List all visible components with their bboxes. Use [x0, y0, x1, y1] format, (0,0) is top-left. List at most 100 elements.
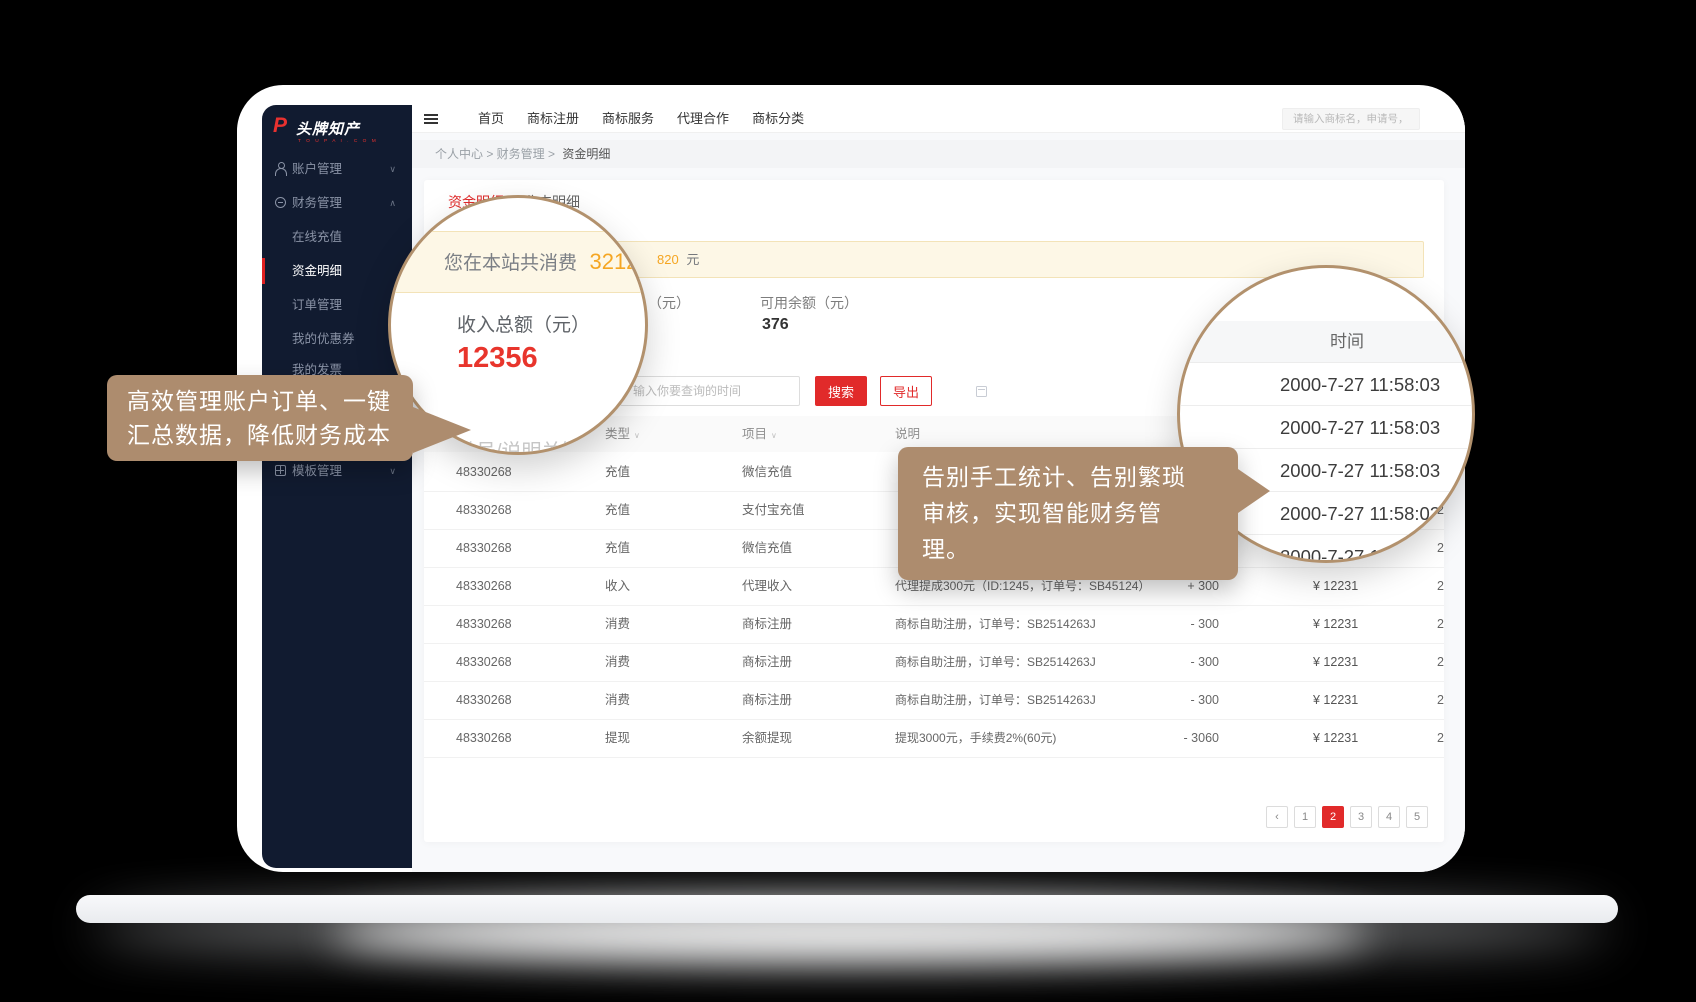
cell-desc: 商标自助注册，订单号：SB2514263J: [895, 606, 1096, 643]
cell-order: 48330268: [456, 454, 512, 491]
cell-type: 提现: [605, 720, 630, 757]
cell-balance: ¥ 12231: [1313, 606, 1358, 643]
sidebar-item-label: 在线充值: [292, 224, 342, 250]
date-query-input[interactable]: [620, 376, 800, 406]
pagination-prev[interactable]: ‹: [1266, 806, 1288, 828]
sidebar-item-fund-detail[interactable]: 资金明细: [262, 258, 412, 284]
table-row: 48330268 消费 商标注册 商标自助注册，订单号：SB2514263J -…: [424, 606, 1444, 644]
sidebar-item-recharge[interactable]: 在线充值: [262, 224, 412, 250]
cell-order: 48330268: [456, 606, 512, 643]
breadcrumb: 个人中心 > 财务管理 > 资金明细: [412, 140, 1465, 168]
callout-left-line1: 高效管理账户订单、一键: [127, 384, 393, 418]
nav-item-service[interactable]: 商标服务: [602, 105, 654, 133]
callout-right: 告别手工统计、告别繁琐 审核，实现智能财务管 理。: [898, 447, 1238, 580]
sidebar-item-template[interactable]: 模板管理 ∨: [262, 458, 412, 484]
table-row: 48330268 提现 余额提现 提现3000元，手续费2%(60元) - 30…: [424, 720, 1444, 758]
callout-right-line2: 审核，实现智能财务管: [922, 495, 1214, 531]
column-header-project[interactable]: 项目 ∨: [742, 416, 777, 454]
magnified-time-header-label: 时间: [1330, 321, 1364, 363]
cell-type: 充值: [605, 530, 630, 567]
cell-desc: 商标自助注册，订单号：SB2514263J: [895, 682, 1096, 719]
menu-icon[interactable]: [424, 114, 438, 116]
sidebar-item-label: 资金明细: [292, 258, 342, 284]
pagination-page-3[interactable]: 3: [1350, 806, 1372, 828]
export-button[interactable]: 导出: [880, 376, 932, 406]
calendar-icon[interactable]: [976, 386, 987, 397]
cell-type: 充值: [605, 454, 630, 491]
sidebar-item-label: 订单管理: [292, 292, 342, 318]
brand-name: 头牌知产: [296, 118, 360, 139]
cell-desc: 提现3000元，手续费2%(60元): [895, 720, 1056, 757]
cell-balance: ¥ 12231: [1313, 720, 1358, 757]
magnified-banner: 您在本站共消费 32124 大: [388, 231, 648, 293]
cell-time: 2000-7-27 11:58:03: [1437, 606, 1444, 643]
pagination-page-1[interactable]: 1: [1294, 806, 1316, 828]
magnified-time-value: 2000-7-27 11:58:03: [1280, 449, 1440, 492]
cell-time: 2000-7-27 11:58:03: [1437, 720, 1444, 757]
cell-time: 2000-7-27 11:58:03: [1437, 568, 1444, 605]
sort-caret-icon: ∨: [634, 431, 640, 440]
cell-order: 48330268: [456, 530, 512, 567]
cell-order: 48330268: [456, 644, 512, 681]
callout-right-line1: 告别手工统计、告别繁琐: [922, 459, 1214, 495]
finance-icon: [275, 197, 286, 208]
cell-amount: - 300: [1149, 682, 1219, 719]
sidebar-item-label: 账户管理: [292, 156, 342, 182]
column-header-type[interactable]: 类型∨: [605, 416, 640, 454]
sidebar-item-label: 模板管理: [292, 458, 342, 484]
cell-project: 微信充值: [742, 454, 792, 491]
cell-type: 收入: [605, 568, 630, 605]
nav-item-category[interactable]: 商标分类: [752, 105, 804, 133]
cell-balance: ¥ 12231: [1313, 644, 1358, 681]
magnified-time-row: 2000-7-27 11:58:03: [1180, 406, 1475, 449]
cell-project: 商标注册: [742, 644, 792, 681]
cell-project: 商标注册: [742, 682, 792, 719]
cell-time: 2000-7-27 11:58:03: [1437, 644, 1444, 681]
trademark-search-input[interactable]: [1282, 108, 1420, 130]
nav-item-agent[interactable]: 代理合作: [677, 105, 729, 133]
cell-order: 48330268: [456, 492, 512, 529]
magnified-time-value: 2000-7-27 11:58:03: [1280, 535, 1440, 563]
table-row: 48330268 消费 商标注册 商标自助注册，订单号：SB2514263J -…: [424, 644, 1444, 682]
cell-order: 48330268: [456, 720, 512, 757]
sidebar-item-label: 我的优惠券: [292, 326, 355, 352]
cell-project: 微信充值: [742, 530, 792, 567]
banner-tail: 820 元: [657, 242, 699, 277]
table-row: 48330268 消费 商标注册 商标自助注册，订单号：SB2514263J -…: [424, 682, 1444, 720]
pagination-page-2-active[interactable]: 2: [1322, 806, 1344, 828]
column-header-project-label: 项目: [742, 427, 767, 441]
magnified-banner-amount: 32124: [589, 249, 648, 274]
pagination: ‹ 1 2 3 4 5: [1266, 806, 1428, 828]
laptop-base: [76, 895, 1618, 923]
chevron-down-icon: ∨: [389, 458, 396, 484]
cell-project: 余额提现: [742, 720, 792, 757]
cell-desc: 商标自助注册，订单号：SB2514263J: [895, 644, 1096, 681]
cell-type: 消费: [605, 606, 630, 643]
cell-project: 支付宝充值: [742, 492, 805, 529]
callout-left-line2: 汇总数据，降低财务成本: [127, 418, 393, 452]
sort-caret-icon: ∨: [771, 431, 777, 440]
cell-amount: - 300: [1149, 644, 1219, 681]
template-icon: [275, 465, 286, 476]
active-indicator: [262, 258, 265, 284]
cell-amount: - 3060: [1149, 720, 1219, 757]
sidebar-item-label: 财务管理: [292, 190, 342, 216]
person-icon: [275, 162, 287, 175]
magnified-banner-prefix: 您在本站共消费: [444, 253, 577, 274]
available-balance-label: 可用余额（元）: [760, 293, 858, 313]
nav-item-register[interactable]: 商标注册: [527, 105, 579, 133]
cell-type: 消费: [605, 682, 630, 719]
search-button[interactable]: 搜索: [815, 376, 867, 406]
chevron-down-icon: ∨: [389, 156, 396, 182]
cell-time: 2000-7-27 11:58:03: [1437, 682, 1444, 719]
sidebar-item-finance[interactable]: 财务管理 ∧: [262, 190, 412, 216]
sidebar-item-account[interactable]: 账户管理 ∨: [262, 156, 412, 182]
brand-logo-icon: P: [273, 114, 287, 138]
magnified-income-value: 12356: [457, 342, 538, 375]
pagination-page-4[interactable]: 4: [1378, 806, 1400, 828]
magnified-income-label: 收入总额（元）: [457, 310, 590, 337]
callout-right-line3: 理。: [922, 531, 1214, 567]
nav-item-home[interactable]: 首页: [478, 105, 504, 133]
pagination-page-5[interactable]: 5: [1406, 806, 1428, 828]
magnified-time-row: 2000-7-27 11:58:03: [1180, 363, 1475, 406]
